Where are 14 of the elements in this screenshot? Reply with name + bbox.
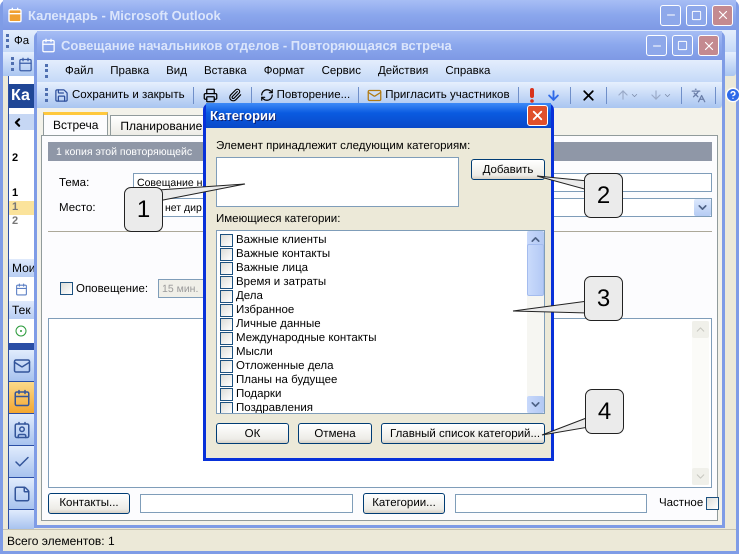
checkbox-label: Частное xyxy=(659,497,704,510)
window-title: Совещание начальников отделов - Повторяющаяся встреча xyxy=(61,38,453,53)
available-label: Имеющиеся категории: xyxy=(216,213,342,225)
callout: 2 xyxy=(584,173,623,218)
field-label: Место: xyxy=(58,202,97,214)
callout: 4 xyxy=(585,389,624,434)
window-title: Календарь - Microsoft Outlook xyxy=(28,8,222,22)
callout: 3 xyxy=(584,276,623,321)
pane-header: Ка xyxy=(9,84,34,108)
dialog-title: Категории xyxy=(210,108,278,123)
checkbox-label: Оповещение: xyxy=(76,282,150,295)
field-label: Тема: xyxy=(58,176,90,189)
assigned-label: Элемент принадлежит следующим категориям: xyxy=(216,140,472,152)
callout: 1 xyxy=(124,187,163,232)
